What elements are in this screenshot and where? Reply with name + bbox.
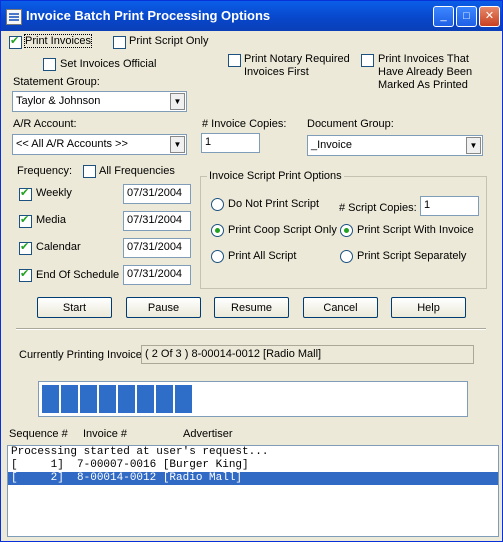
header-sequence: Sequence # [9, 428, 68, 440]
print-script-with-invoice-label: Print Script With Invoice [357, 224, 474, 236]
print-invoices-checkbox[interactable] [9, 35, 22, 49]
print-script-with-invoice-radio[interactable] [340, 224, 353, 237]
resume-button[interactable]: Resume [214, 297, 289, 318]
minimize-button[interactable]: _ [433, 6, 454, 27]
progress-block [118, 385, 135, 413]
frequency-label: Frequency: [17, 165, 73, 177]
progress-block [175, 385, 192, 413]
chevron-down-icon[interactable]: ▼ [170, 93, 185, 110]
progress-block [156, 385, 173, 413]
print-coop-script-only-label: Print Coop Script Only [228, 224, 337, 236]
script-copies-input[interactable]: 1 [420, 196, 479, 216]
progress-block [42, 385, 59, 413]
print-notary-label-line1: Print Notary Required [244, 53, 350, 65]
currently-printing-label: Currently Printing Invoice: [19, 349, 145, 361]
date-value: 07/31/2004 [127, 268, 183, 280]
list-item[interactable]: [ 1] 7-00007-0016 [Burger King] [8, 459, 498, 472]
statement-group-select[interactable]: Taylor & Johnson ▼ [12, 91, 187, 112]
print-already-label-line2: Have Already Been [378, 66, 473, 78]
frequency-calendar-label: Calendar [36, 241, 81, 253]
ar-account-label: A/R Account: [13, 118, 77, 130]
do-not-print-script-radio[interactable] [211, 198, 224, 211]
frequency-media-label: Media [36, 214, 66, 226]
document-group-label: Document Group: [307, 118, 394, 130]
script-copies-label: # Script Copies: [339, 202, 417, 214]
print-already-label-line3: Marked As Printed [378, 79, 468, 91]
header-advertiser: Advertiser [183, 428, 233, 440]
frequency-calendar-date[interactable]: 07/31/2004 [123, 238, 191, 258]
date-value: 07/31/2004 [127, 214, 183, 226]
print-script-only-checkbox[interactable] [113, 36, 126, 49]
print-script-separately-radio[interactable] [340, 250, 353, 263]
list-item-selected[interactable]: [ 2] 8-00014-0012 [Radio Mall] [8, 472, 498, 485]
print-already-label-line1: Print Invoices That [378, 53, 469, 65]
maximize-button[interactable]: □ [456, 6, 477, 27]
frequency-media-date[interactable]: 07/31/2004 [123, 211, 191, 231]
help-button[interactable]: Help [391, 297, 466, 318]
frequency-calendar-checkbox[interactable] [19, 241, 32, 255]
chevron-down-icon[interactable]: ▼ [466, 137, 481, 154]
progress-block [61, 385, 78, 413]
chevron-down-icon[interactable]: ▼ [170, 136, 185, 153]
currently-printing-value-box: ( 2 Of 3 ) 8-00014-0012 [Radio Mall] [141, 345, 474, 364]
do-not-print-script-label: Do Not Print Script [228, 198, 320, 210]
pause-button[interactable]: Pause [126, 297, 201, 318]
window: Invoice Batch Print Processing Options _… [0, 0, 503, 542]
invoice-copies-input[interactable]: 1 [201, 133, 260, 153]
print-notary-required-checkbox[interactable] [228, 54, 241, 67]
processing-log-list[interactable]: Processing started at user's request... … [7, 445, 499, 537]
frequency-weekly-date[interactable]: 07/31/2004 [123, 184, 191, 204]
progress-block [99, 385, 116, 413]
frequency-weekly-label: Weekly [36, 187, 72, 199]
print-coop-script-only-radio[interactable] [211, 224, 224, 237]
app-icon [6, 9, 22, 25]
window-title: Invoice Batch Print Processing Options [26, 8, 271, 23]
frequency-end-of-schedule-label: End Of Schedule [36, 269, 120, 281]
print-invoices-label: Print Invoices [23, 34, 93, 48]
frequency-end-of-schedule-date[interactable]: 07/31/2004 [123, 265, 191, 285]
script-options-title: Invoice Script Print Options [207, 170, 344, 182]
frequency-media-checkbox[interactable] [19, 214, 32, 228]
print-notary-label-line2: Invoices First [244, 66, 309, 78]
print-already-printed-checkbox[interactable] [361, 54, 374, 67]
frequency-end-of-schedule-checkbox[interactable] [19, 268, 32, 282]
invoice-copies-label: # Invoice Copies: [202, 118, 287, 130]
script-copies-value: 1 [424, 199, 431, 211]
ar-account-select[interactable]: << All A/R Accounts >> ▼ [12, 134, 187, 155]
progress-block [80, 385, 97, 413]
document-group-select[interactable]: _Invoice ▼ [307, 135, 483, 156]
set-invoices-official-checkbox[interactable] [43, 58, 56, 71]
invoice-copies-value: 1 [205, 136, 212, 148]
statement-group-value: Taylor & Johnson [16, 95, 101, 107]
title-bar[interactable]: Invoice Batch Print Processing Options _… [1, 1, 502, 31]
start-button[interactable]: Start [37, 297, 112, 318]
print-script-separately-label: Print Script Separately [357, 250, 467, 262]
cancel-button[interactable]: Cancel [303, 297, 378, 318]
print-all-script-radio[interactable] [211, 250, 224, 263]
separator [16, 328, 486, 330]
date-value: 07/31/2004 [127, 187, 183, 199]
progress-bar [38, 381, 468, 417]
close-button[interactable]: ✕ [479, 6, 500, 27]
frequency-weekly-checkbox[interactable] [19, 187, 32, 201]
print-all-script-label: Print All Script [228, 250, 297, 262]
ar-account-value: << All A/R Accounts >> [16, 138, 128, 150]
statement-group-label: Statement Group: [13, 76, 100, 88]
date-value: 07/31/2004 [127, 241, 183, 253]
document-group-value: _Invoice [311, 139, 352, 151]
list-item[interactable]: Processing started at user's request... [8, 446, 498, 459]
print-script-only-label: Print Script Only [129, 35, 209, 47]
all-frequencies-label: All Frequencies [99, 165, 175, 177]
set-invoices-official-label: Set Invoices Official [60, 58, 157, 70]
progress-block [137, 385, 154, 413]
currently-printing-value: ( 2 Of 3 ) 8-00014-0012 [Radio Mall] [145, 348, 322, 360]
all-frequencies-checkbox[interactable] [83, 165, 96, 178]
header-invoice: Invoice # [83, 428, 128, 440]
